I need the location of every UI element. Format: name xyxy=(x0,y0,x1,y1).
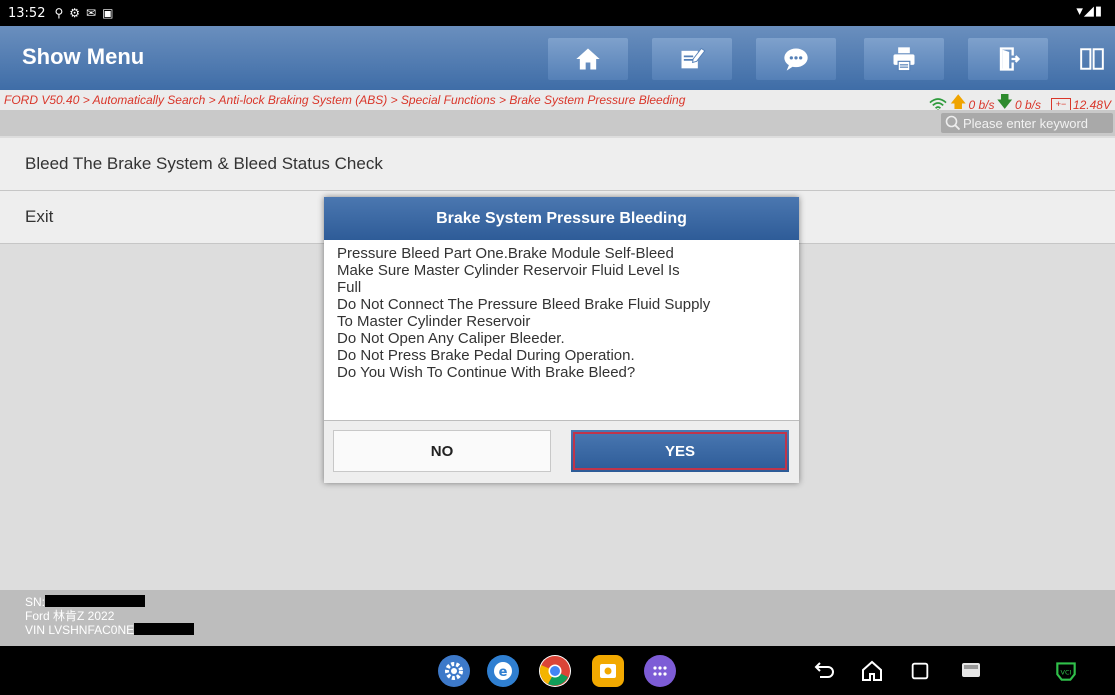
breadcrumb: FORD V50.40 > Automatically Search > Ant… xyxy=(4,93,686,107)
svg-text:e: e xyxy=(499,665,508,680)
exit-app-button[interactable] xyxy=(968,38,1048,80)
edit-icon xyxy=(681,47,706,69)
vci-button[interactable]: VCI xyxy=(1052,658,1080,684)
back-button[interactable] xyxy=(810,658,838,684)
menu-item-bleed-brake-system[interactable]: Bleed The Brake System & Bleed Status Ch… xyxy=(0,138,1115,191)
dialog-line: Full xyxy=(337,279,362,296)
app-drawer-icon[interactable] xyxy=(644,655,676,687)
page-title: Show Menu xyxy=(22,44,145,69)
dialog-title: Brake System Pressure Bleeding xyxy=(324,197,799,240)
exit-door-icon xyxy=(999,47,1021,71)
svg-text:VCI: VCI xyxy=(1061,668,1072,676)
back-icon xyxy=(814,662,834,678)
redacted-block xyxy=(134,623,195,635)
split-view-button[interactable] xyxy=(1072,38,1112,80)
screenshot-icon: ▣ xyxy=(102,6,114,20)
vin-label: VIN LVSHNFAC0NE xyxy=(25,623,135,637)
signal-battery-icons: ▾◢▮ xyxy=(1076,4,1103,19)
chat-bubble-icon xyxy=(784,48,808,71)
dialog-line: Pressure Bleed Part One.Brake Module Sel… xyxy=(337,245,674,262)
search-placeholder: Please enter keyword xyxy=(963,115,1089,131)
dialog-line: Do You Wish To Continue With Brake Bleed… xyxy=(337,364,636,381)
dialog-line: Do Not Connect The Pressure Bleed Brake … xyxy=(337,296,711,313)
vehicle-info-footer: SN: Ford 林肯Z 2022 VIN LVSHNFAC0NE xyxy=(0,590,1115,646)
dialog-line: To Master Cylinder Reservoir xyxy=(337,313,531,330)
settings-notification-icon: ⚙ xyxy=(69,6,81,20)
home-outline-icon xyxy=(862,660,882,681)
dialog-line: Do Not Open Any Caliper Bleeder. xyxy=(337,330,565,347)
square-icon xyxy=(911,662,929,680)
home-icon xyxy=(576,48,600,70)
dialog-line: Make Sure Master Cylinder Reservoir Flui… xyxy=(337,262,680,279)
search-row: Please enter keyword xyxy=(0,110,1115,136)
redacted-block xyxy=(45,595,146,607)
browser-app-icon[interactable]: e xyxy=(487,655,519,687)
yes-button[interactable]: YES xyxy=(571,430,789,472)
search-input[interactable]: Please enter keyword xyxy=(941,113,1113,133)
chrome-app-icon[interactable] xyxy=(539,655,571,687)
system-status-bar: 13:52 ⚲ ⚙ ✉ ▣ ▾◢▮ xyxy=(0,0,1115,26)
app-header: Show Menu xyxy=(0,26,1115,90)
chat-notification-icon: ✉ xyxy=(86,6,97,20)
floating-window-button[interactable] xyxy=(957,658,985,684)
edit-button[interactable] xyxy=(652,38,732,80)
camera-app-icon[interactable] xyxy=(592,655,624,687)
recents-button[interactable] xyxy=(906,658,934,684)
breadcrumb-bar: FORD V50.40 > Automatically Search > Ant… xyxy=(0,90,1115,112)
search-icon xyxy=(945,115,961,131)
home-button[interactable] xyxy=(548,38,628,80)
print-button[interactable] xyxy=(864,38,944,80)
message-button[interactable] xyxy=(756,38,836,80)
floating-window-icon xyxy=(962,663,980,677)
settings-app-icon[interactable] xyxy=(438,655,470,687)
vehicle-name: Ford 林肯Z 2022 xyxy=(25,609,115,623)
dialog-line: Do Not Press Brake Pedal During Operatio… xyxy=(337,347,635,364)
dialog-message: Pressure Bleed Part One.Brake Module Sel… xyxy=(324,240,799,381)
sn-label: SN: xyxy=(25,595,46,609)
android-nav-bar: e VCI xyxy=(0,646,1115,695)
split-view-icon xyxy=(1080,48,1104,70)
usb-icon: ⚲ xyxy=(54,6,64,20)
clock: 13:52 xyxy=(8,5,46,21)
dialog-buttons: NO YES xyxy=(324,421,799,483)
printer-icon xyxy=(893,47,915,72)
no-button[interactable]: NO xyxy=(333,430,551,472)
home-nav-button[interactable] xyxy=(858,658,886,684)
menu-item-label: Exit xyxy=(25,207,54,226)
menu-item-label: Bleed The Brake System & Bleed Status Ch… xyxy=(25,154,383,173)
bleeding-dialog: Brake System Pressure Bleeding Pressure … xyxy=(324,197,799,483)
vci-connector-icon: VCI xyxy=(1056,662,1076,681)
